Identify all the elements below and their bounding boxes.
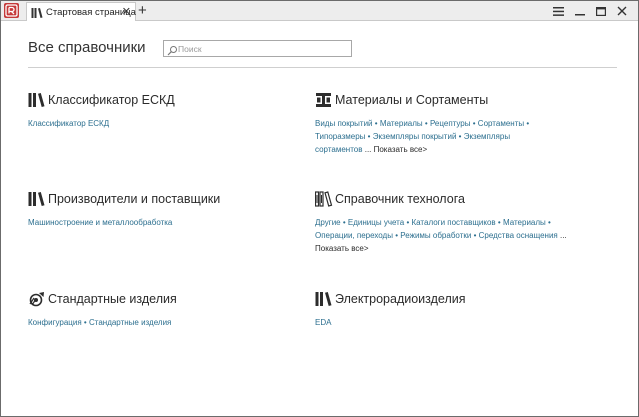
link-materials[interactable]: Материалы [503,218,546,227]
section-standard-parts: Стандартные изделия Конфигурация • Станд… [28,291,298,329]
separator: • [472,119,476,128]
link-coating-types[interactable]: Виды покрытий [315,119,373,128]
separator: • [395,231,399,240]
section-header: Электрорадиоизделия [315,291,565,309]
app-logo-icon[interactable] [4,3,19,18]
link-mechanical-engineering[interactable]: Машиностроение и металлообработка [28,218,172,227]
books-icon [31,6,43,18]
separator: • [458,132,462,141]
link-operations-transitions[interactable]: Операции, переходы [315,231,393,240]
maximize-icon[interactable] [590,1,611,21]
separator: • [424,119,428,128]
page-title: Все справочники [28,39,146,56]
link-eda[interactable]: EDA [315,318,331,327]
section-links: EDA [315,316,565,329]
books-icon [28,191,46,207]
new-tab-button[interactable]: + [138,1,147,20]
link-supplier-catalogs[interactable]: Каталоги поставщиков [411,218,495,227]
section-title[interactable]: Классификатор ЕСКД [48,93,175,107]
link-equipment[interactable]: Средства оснащения [479,231,558,240]
section-title[interactable]: Электрорадиоизделия [335,292,466,306]
close-tab-icon[interactable]: ✕ [122,5,131,19]
link-coating-instances[interactable]: Экземпляры покрытий [373,132,457,141]
link-eskd-classifier[interactable]: Классификатор ЕСКД [28,119,109,128]
link-standard-parts[interactable]: Стандартные изделия [89,318,171,327]
technologist-books-icon [314,191,333,207]
search-input[interactable] [178,42,348,55]
header-divider [28,67,617,68]
title-bar: Стартовая страница ✕ + [1,1,638,21]
books-icon [315,291,333,307]
close-window-icon[interactable] [611,1,632,21]
section-links: Машиностроение и металлообработка [28,216,298,229]
section-title[interactable]: Справочник технолога [335,192,465,206]
tab-start-page[interactable]: Стартовая страница ✕ [26,2,136,21]
link-standard-sizes[interactable]: Типоразмеры [315,132,365,141]
link-assortments[interactable]: Сортаменты [478,119,524,128]
link-others[interactable]: Другие [315,218,341,227]
section-links: Виды покрытий • Материалы • Рецептуры • … [315,117,555,156]
section-links: Конфигурация • Стандартные изделия [28,316,298,329]
minimize-icon[interactable] [569,1,590,21]
section-header: Производители и поставщики [28,191,298,209]
materials-icon [315,92,333,108]
books-icon [28,92,46,108]
separator: • [473,231,477,240]
section-title[interactable]: Производители и поставщики [48,192,220,206]
separator: • [406,218,410,227]
show-all-link[interactable]: ... Показать все> [365,145,427,154]
link-accounting-units[interactable]: Единицы учета [348,218,404,227]
separator: • [497,218,501,227]
separator: • [526,119,530,128]
link-materials[interactable]: Материалы [380,119,423,128]
section-header: Материалы и Сортаменты [315,92,555,110]
search-box[interactable] [163,40,352,57]
link-configuration[interactable]: Конфигурация [28,318,82,327]
standard-parts-icon [28,291,46,307]
section-title[interactable]: Материалы и Сортаменты [335,93,488,107]
section-materials: Материалы и Сортаменты Виды покрытий • М… [315,92,555,156]
link-recipes[interactable]: Рецептуры [430,119,471,128]
search-icon [167,43,178,56]
section-electronic-components: Электрорадиоизделия EDA [315,291,565,329]
separator: • [374,119,378,128]
separator: • [342,218,346,227]
section-title[interactable]: Стандартные изделия [48,292,177,306]
separator: • [367,132,371,141]
section-header: Классификатор ЕСКД [28,92,298,110]
link-processing-modes[interactable]: Режимы обработки [400,231,471,240]
section-eskd-classifier: Классификатор ЕСКД Классификатор ЕСКД [28,92,298,130]
section-manufacturers: Производители и поставщики Машиностроени… [28,191,298,229]
section-header: Справочник технолога [314,191,573,209]
section-links: Другие • Единицы учета • Каталоги постав… [315,216,573,255]
section-technologist: Справочник технолога Другие • Единицы уч… [314,191,573,255]
section-links: Классификатор ЕСКД [28,117,298,130]
section-header: Стандартные изделия [28,291,298,309]
separator: • [548,218,551,227]
app-window: Стартовая страница ✕ + Все справочники П… [0,0,639,417]
separator: • [83,318,87,327]
menu-icon[interactable] [548,1,569,21]
window-controls [548,1,632,21]
